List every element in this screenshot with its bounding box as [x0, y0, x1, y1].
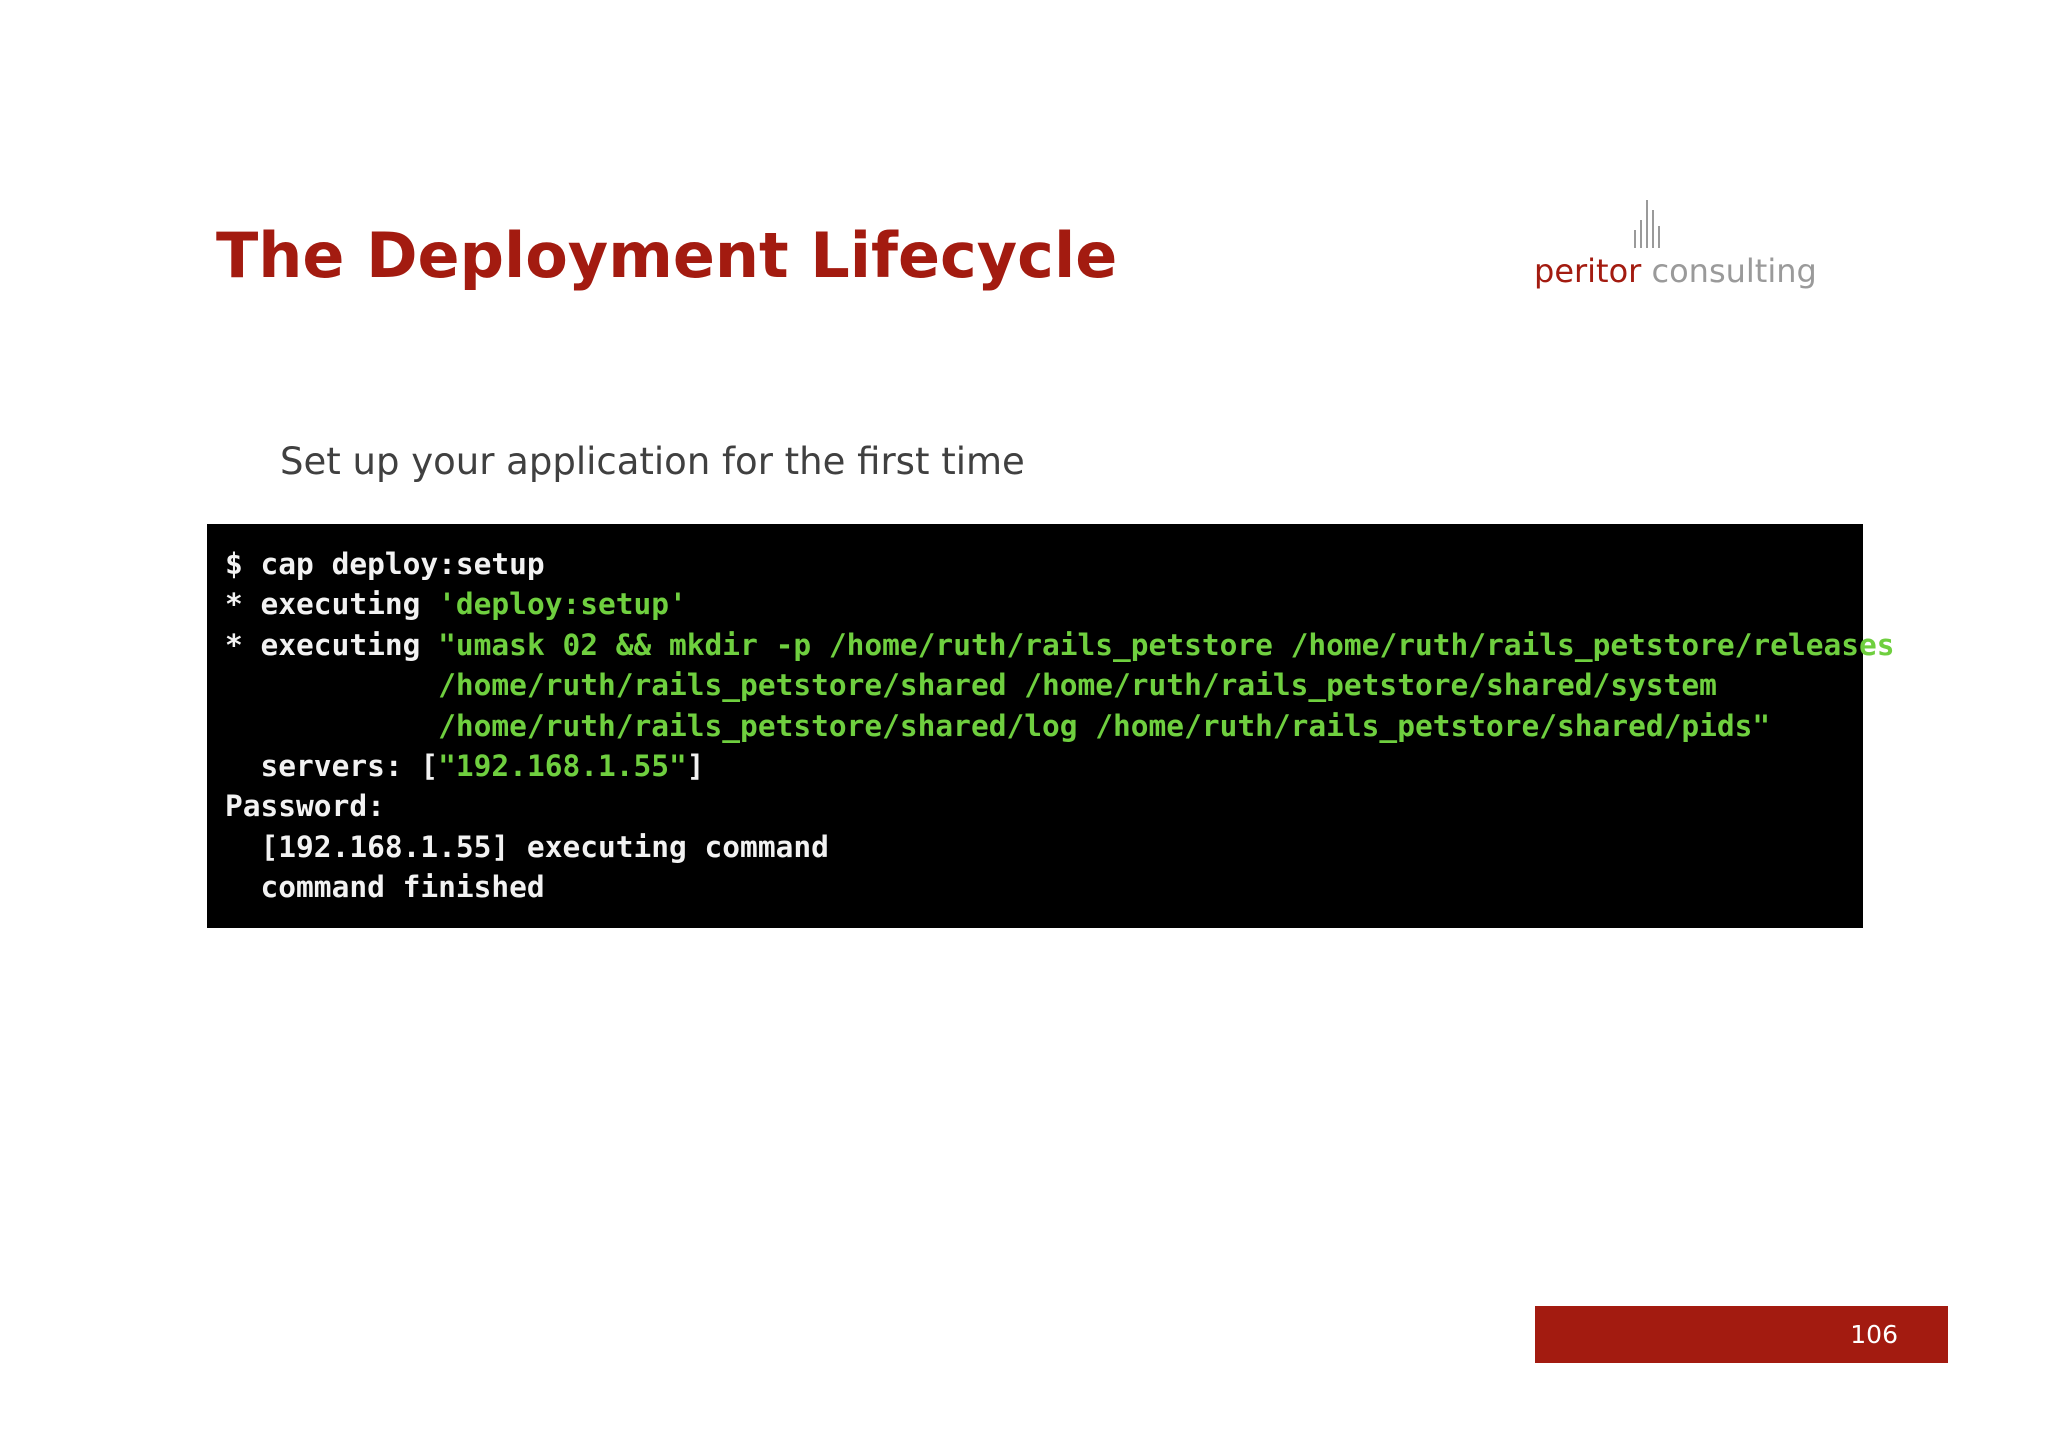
- terminal-line: command finished: [225, 867, 1895, 907]
- slide: The Deployment Lifecycle peritor consult…: [0, 0, 2048, 1447]
- terminal-segment: * executing: [225, 587, 439, 622]
- terminal-line: [192.168.1.55] executing command: [225, 827, 1895, 867]
- terminal-segment: * executing: [225, 627, 439, 662]
- terminal-line: /home/ruth/rails_petstore/shared /home/r…: [225, 665, 1895, 705]
- terminal-segment: /home/ruth/rails_petstore/shared/log /ho…: [225, 708, 1771, 743]
- terminal-segment: [192.168.1.55] executing command: [225, 829, 829, 864]
- terminal-segment: "umask 02 && mkdir -p /home/ruth/rails_p…: [438, 627, 1895, 662]
- terminal-line: * executing "umask 02 && mkdir -p /home/…: [225, 625, 1895, 665]
- page-number-box: 106: [1535, 1306, 1948, 1363]
- company-logo: peritor consulting: [1534, 196, 1817, 296]
- terminal-segment: /home/ruth/rails_petstore/shared /home/r…: [225, 668, 1717, 703]
- logo-word-consulting: consulting: [1641, 252, 1817, 290]
- terminal-line: Password:: [225, 786, 1895, 826]
- terminal-screenshot: $ cap deploy:setup * executing 'deploy:se…: [207, 524, 1895, 928]
- terminal-segment: "192.168.1.55": [438, 748, 687, 783]
- terminal-segment: servers: [: [225, 748, 439, 783]
- logo-word-peritor: peritor: [1534, 252, 1642, 290]
- terminal-segment: ]: [686, 748, 705, 783]
- bar-lines-icon: [1634, 200, 1660, 248]
- terminal-segment: command finished: [225, 870, 545, 905]
- page-number: 106: [1850, 1320, 1898, 1349]
- terminal-line: servers: ["192.168.1.55"]: [225, 746, 1895, 786]
- slide-title: The Deployment Lifecycle: [216, 219, 1118, 292]
- terminal-segment: 'deploy:setup': [438, 587, 687, 622]
- terminal-segment: $ cap deploy:setup: [225, 547, 545, 581]
- terminal-segment: Password:: [225, 789, 385, 824]
- terminal-line: $ cap deploy:setup: [225, 544, 1895, 584]
- slide-subtitle: Set up your application for the first ti…: [280, 440, 1025, 483]
- logo-text: peritor consulting: [1534, 252, 1817, 290]
- terminal-line: /home/ruth/rails_petstore/shared/log /ho…: [225, 706, 1895, 746]
- terminal-line: * executing 'deploy:setup': [225, 584, 1895, 624]
- terminal-output: $ cap deploy:setup * executing 'deploy:se…: [225, 544, 1895, 908]
